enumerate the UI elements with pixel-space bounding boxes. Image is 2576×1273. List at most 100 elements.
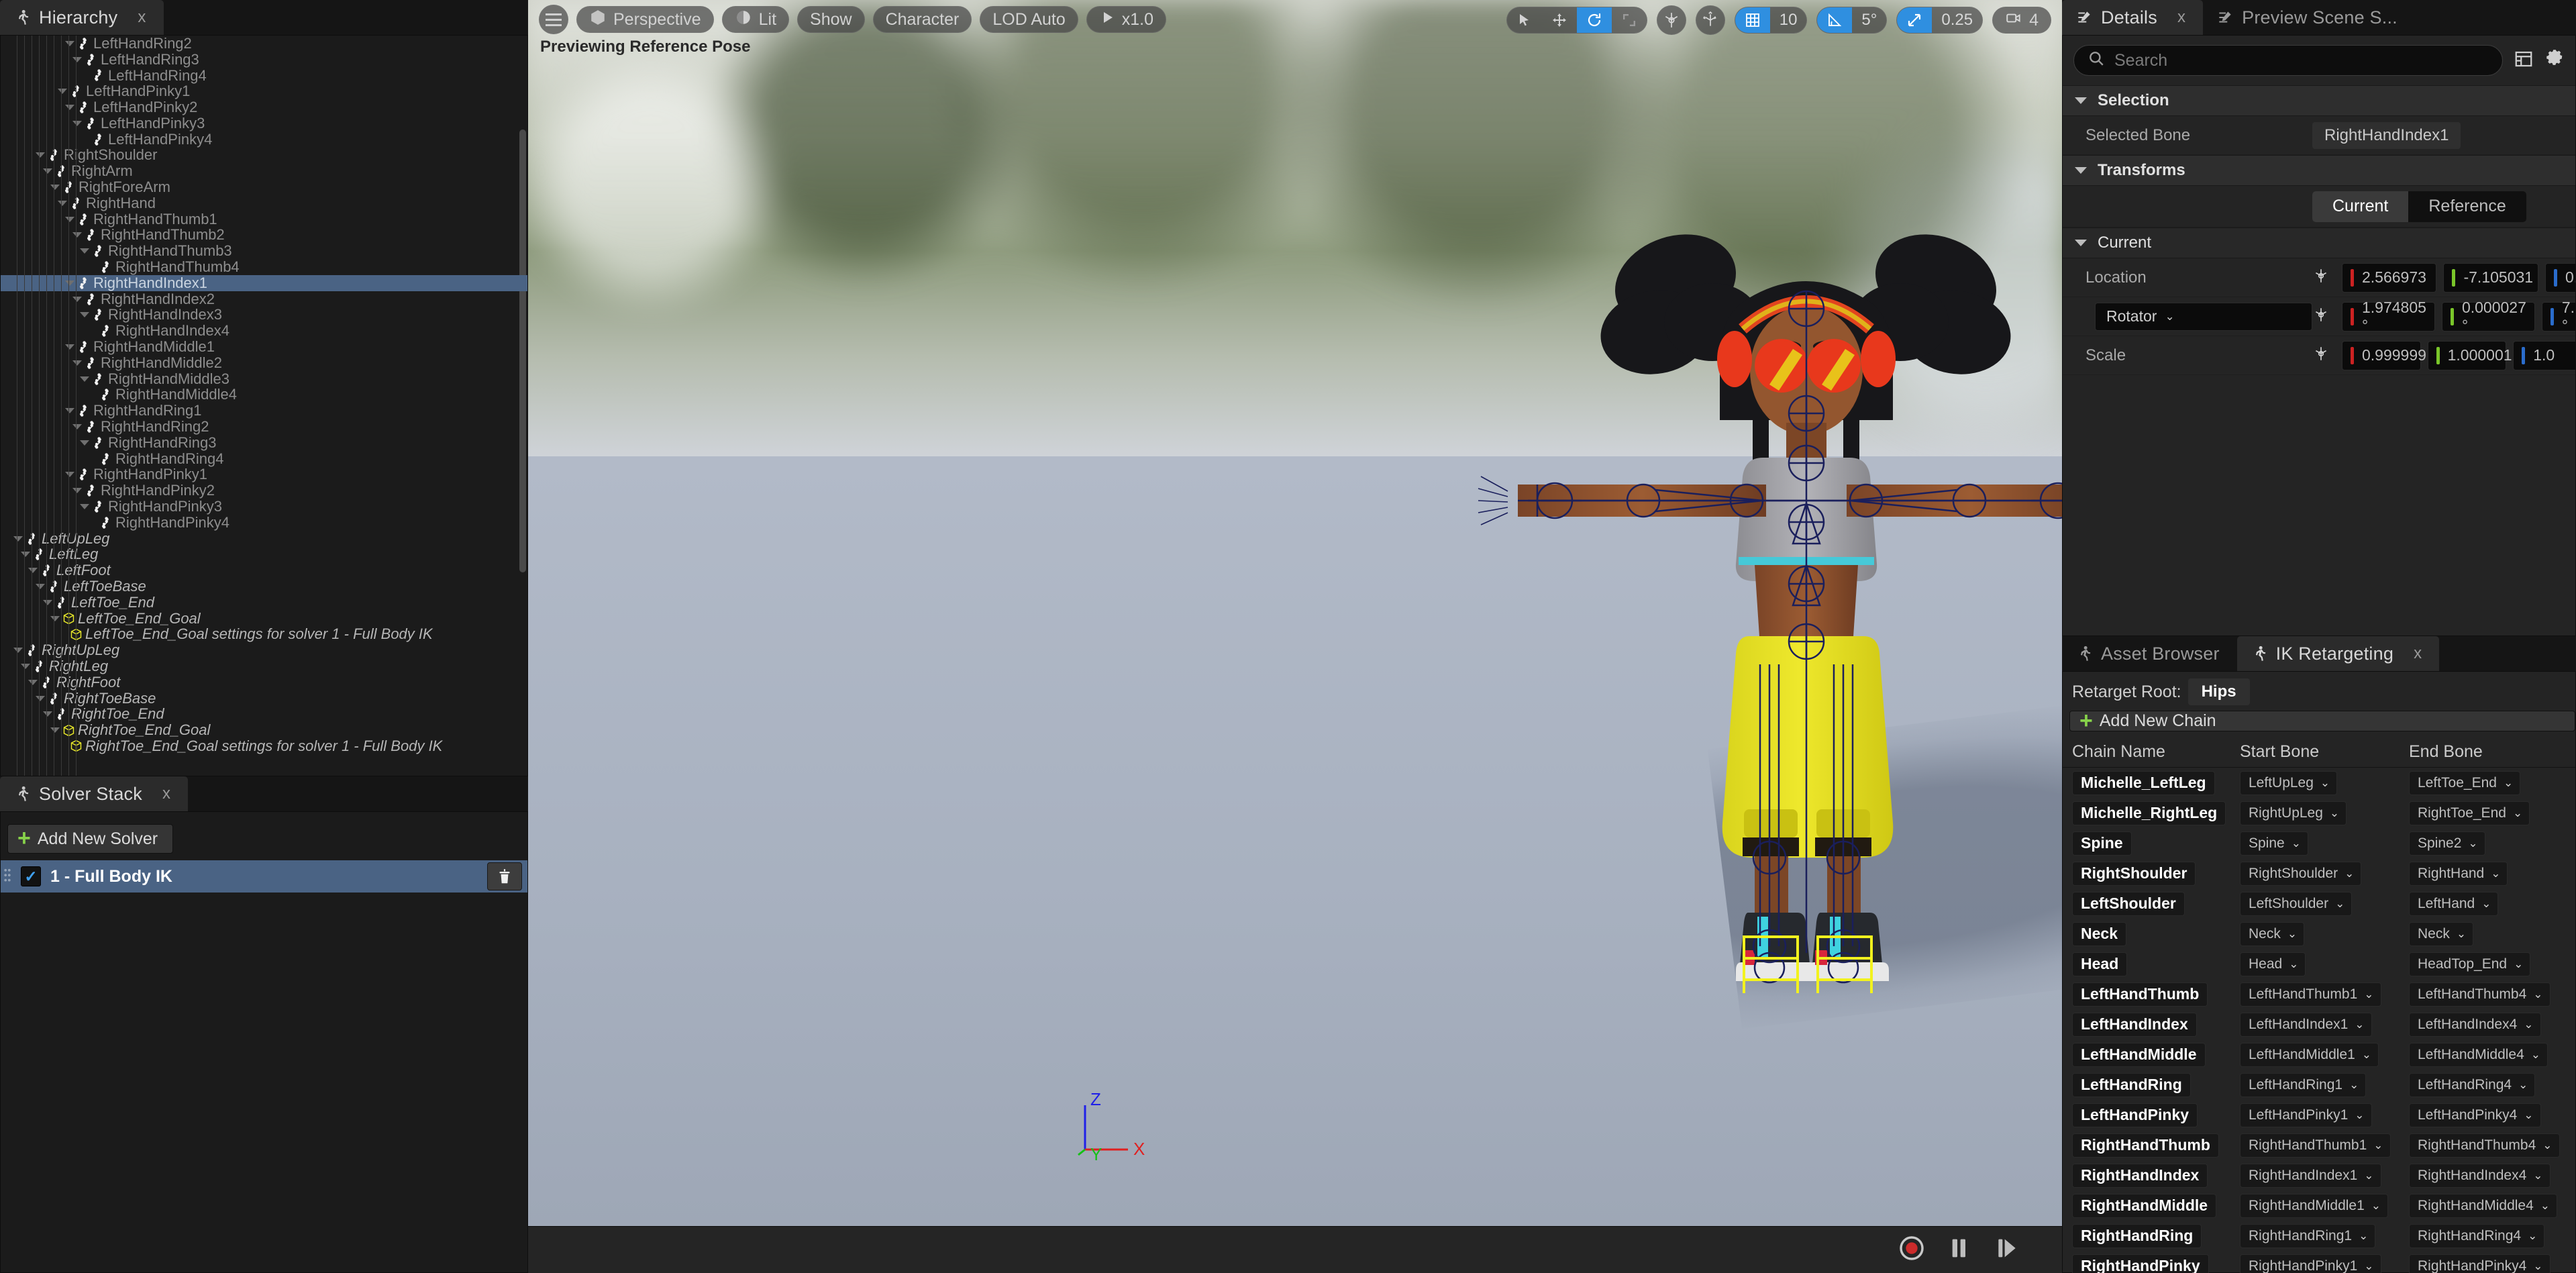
chain-name[interactable]: RightHandPinky <box>2072 1254 2209 1273</box>
chain-row[interactable]: SpineSpine⌄Spine2⌄None⌄ <box>2063 828 2575 858</box>
chevron-down-icon[interactable] <box>65 344 74 350</box>
tree-item[interactable]: RightHandRing4 <box>1 450 527 467</box>
tree-item[interactable]: RightHandPinky4 <box>1 514 527 531</box>
dropdown[interactable]: LeftHand ⌄ <box>2409 891 2499 916</box>
subsection-header-current[interactable]: Current <box>2063 227 2575 258</box>
chain-row[interactable]: RightHandRing RightHandRing1 ⌄ RightHandRin… <box>2063 1221 2575 1251</box>
tree-item[interactable]: RightFoot <box>1 674 527 691</box>
tab-current[interactable]: Current <box>2312 191 2409 222</box>
rotator-z-field[interactable]: 7.323995 ° <box>2541 299 2575 334</box>
chain-row[interactable]: Michelle_LeftLegLeftUpLeg⌄LeftToe_End⌄Le… <box>2063 768 2575 798</box>
tree-item[interactable]: RightHandPinky3 <box>1 498 527 515</box>
chevron-down-icon[interactable] <box>50 727 60 733</box>
close-icon[interactable]: x <box>138 8 146 27</box>
chain-row[interactable]: RightHandMiddle RightHandMiddle1 ⌄ RightHan… <box>2063 1190 2575 1221</box>
chain-row[interactable]: RightHandPinky RightHandPinky1 ⌄ RightHandP… <box>2063 1251 2575 1273</box>
tree-item[interactable]: RightArm <box>1 162 527 179</box>
tree-item[interactable]: RightHandIndex3 <box>1 306 527 323</box>
chain-row[interactable]: LeftShoulderLeftShoulder⌄LeftHand⌄None⌄ <box>2063 888 2575 919</box>
rotate-tool-button[interactable] <box>1576 7 1612 33</box>
tree-item[interactable]: RightHandThumb2 <box>1 226 527 243</box>
tree-item[interactable]: LeftHandPinky3 <box>1 115 527 132</box>
chain-row[interactable]: RightHandThumb RightHandThumb1 ⌄ RightHandT… <box>2063 1130 2575 1160</box>
tree-item[interactable]: RightHandRing1 <box>1 402 527 419</box>
tree-item[interactable]: RightHandMiddle2 <box>1 354 527 371</box>
chevron-down-icon[interactable] <box>13 536 23 542</box>
dropdown[interactable]: LeftHandPinky1 ⌄ <box>2240 1103 2372 1127</box>
tree-item[interactable]: RightToe_End_Goal <box>1 721 527 738</box>
dropdown[interactable]: Spine ⌄ <box>2240 831 2308 856</box>
selected-bone-value[interactable]: RightHandIndex1 <box>2312 121 2461 149</box>
scale-tool-button[interactable] <box>1612 7 1647 33</box>
dropdown[interactable]: Head ⌄ <box>2240 952 2306 976</box>
viewport-show-button[interactable]: Show <box>797 6 865 33</box>
chain-row[interactable]: LeftHandMiddle LeftHandMiddle1 ⌄ LeftHandMi… <box>2063 1039 2575 1070</box>
viewport-character-button[interactable]: Character <box>872 6 972 33</box>
rotator-y-field[interactable]: 0.000027 ° <box>2441 299 2535 334</box>
tab-ik-retargeting[interactable]: IK Retargeting x <box>2236 636 2440 671</box>
dropdown[interactable]: LeftHandThumb1 ⌄ <box>2240 982 2381 1007</box>
chevron-down-icon[interactable] <box>72 360 82 366</box>
dropdown[interactable]: LeftHandIndex1 ⌄ <box>2240 1012 2372 1037</box>
tree-item[interactable]: LeftToeBase <box>1 578 527 595</box>
chevron-down-icon[interactable] <box>50 185 60 191</box>
chain-name[interactable]: LeftHandPinky <box>2072 1103 2198 1127</box>
chain-name[interactable]: LeftHandRing <box>2072 1072 2191 1097</box>
chevron-down-icon[interactable] <box>13 648 23 654</box>
chevron-down-icon[interactable] <box>65 408 74 414</box>
character-mesh[interactable] <box>1454 221 2062 993</box>
dropdown[interactable]: RightHandMiddle4 ⌄ <box>2409 1193 2558 1218</box>
tree-item[interactable]: RightHandRing2 <box>1 418 527 435</box>
tree-item[interactable]: RightHandPinky2 <box>1 482 527 499</box>
chevron-down-icon[interactable] <box>72 120 82 126</box>
dropdown[interactable]: Neck ⌄ <box>2240 921 2305 946</box>
dropdown[interactable]: Spine2 ⌄ <box>2409 831 2485 856</box>
chain-name[interactable]: LeftShoulder <box>2072 891 2185 916</box>
search-input[interactable]: Search <box>2073 45 2503 76</box>
tree-item[interactable]: LeftToe_End_Goal <box>1 610 527 627</box>
dropdown[interactable]: Neck ⌄ <box>2409 921 2474 946</box>
chevron-down-icon[interactable] <box>72 56 82 62</box>
trash-icon[interactable] <box>487 862 522 890</box>
dropdown[interactable]: RightShoulder ⌄ <box>2240 861 2362 886</box>
location-y-field[interactable]: -7.105031 <box>2443 262 2538 293</box>
surface-snap-button[interactable] <box>1695 5 1725 35</box>
chain-row[interactable]: LeftHandThumb LeftHandThumb1 ⌄ LeftHandThum… <box>2063 979 2575 1009</box>
chevron-down-icon[interactable] <box>58 200 67 206</box>
chain-name[interactable]: Head <box>2072 952 2128 976</box>
tree-item[interactable]: RightHandPinky1 <box>1 466 527 482</box>
chain-name[interactable]: LeftHandIndex <box>2072 1012 2197 1037</box>
dropdown[interactable]: HeadTop_End ⌄ <box>2409 952 2531 976</box>
tree-item[interactable]: RightToe_End_Goal settings for solver 1 … <box>1 737 527 754</box>
tree-item[interactable]: RightHandIndex4 <box>1 322 527 339</box>
chevron-down-icon[interactable] <box>28 568 38 574</box>
dropdown[interactable]: LeftToe_End ⌄ <box>2409 770 2521 795</box>
tab-preview-scene-settings[interactable]: Preview Scene S... <box>2203 0 2415 35</box>
dropdown[interactable]: LeftHandRing4 ⌄ <box>2409 1072 2536 1097</box>
rotator-dropdown[interactable]: Rotator ⌄ <box>2095 302 2312 331</box>
camera-speed-button[interactable]: 4 <box>1992 7 2051 34</box>
dropdown[interactable]: RightHandIndex4 ⌄ <box>2409 1163 2551 1188</box>
column-chain-name[interactable]: Chain Name <box>2063 742 2230 762</box>
tree-item[interactable]: LeftHandPinky4 <box>1 131 527 148</box>
dropdown[interactable]: RightHandThumb4 ⌄ <box>2409 1133 2560 1158</box>
chain-row[interactable]: RightShoulderRightShoulder⌄RightHand⌄Non… <box>2063 858 2575 888</box>
add-new-solver-button[interactable]: + Add New Solver <box>7 824 174 854</box>
dropdown[interactable]: LeftHandMiddle1 ⌄ <box>2240 1042 2379 1067</box>
tree-item[interactable]: LeftHandRing4 <box>1 67 527 84</box>
dropdown[interactable]: RightHandMiddle1 ⌄ <box>2240 1193 2389 1218</box>
chain-name[interactable]: RightShoulder <box>2072 861 2196 886</box>
scale-z-field[interactable]: 1.0 <box>2513 340 2575 370</box>
tree-item[interactable]: RightHandMiddle1 <box>1 338 527 355</box>
retarget-root-value[interactable]: Hips <box>2187 678 2250 705</box>
chevron-down-icon[interactable] <box>65 40 74 46</box>
dropdown[interactable]: LeftHandPinky4 ⌄ <box>2409 1103 2541 1127</box>
tab-hierarchy[interactable]: Hierarchy x <box>0 0 164 35</box>
chevron-down-icon[interactable] <box>72 424 82 430</box>
chain-row[interactable]: Michelle_RightLeg RightUpLeg ⌄ RightToe_End… <box>2063 798 2575 828</box>
chevron-down-icon[interactable] <box>80 312 89 318</box>
columns-icon[interactable] <box>2514 49 2534 72</box>
scale-y-field[interactable]: 1.000001 <box>2427 340 2512 370</box>
viewport-menu-button[interactable] <box>539 5 568 34</box>
tree-item[interactable]: LeftHandRing2 <box>1 36 527 52</box>
